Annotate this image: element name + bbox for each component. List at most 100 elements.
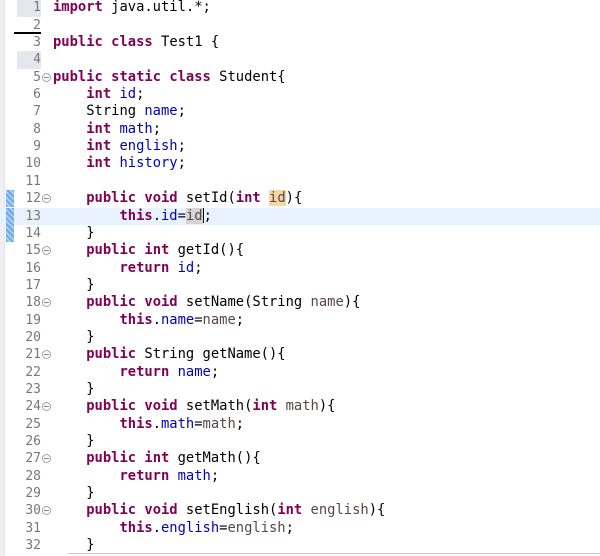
code-text[interactable]: public int getMath(){ [53, 450, 260, 467]
code-text[interactable]: return name; [53, 364, 219, 381]
code-line[interactable]: 7 String name; [0, 103, 600, 120]
code-text[interactable]: public int getId(){ [53, 242, 244, 259]
parameter: english [310, 502, 369, 519]
code-text[interactable]: public void setName(String name){ [53, 294, 360, 311]
code-text[interactable]: public static class Student{ [53, 69, 286, 86]
code-text[interactable]: int math; [53, 121, 161, 138]
keyword: static [111, 68, 161, 85]
code-line[interactable]: 12 public void setId(int id){ [0, 190, 600, 208]
keyword: this [119, 311, 153, 328]
code-line[interactable]: 11 [0, 173, 600, 190]
horizontal-scrollbar[interactable] [68, 553, 600, 554]
code-line[interactable]: 10 int history; [0, 155, 600, 172]
code-line[interactable]: 22 return name; [0, 364, 600, 381]
code-text: . [152, 311, 161, 328]
code-text: = [194, 311, 203, 328]
keyword: int [86, 86, 112, 103]
code-text: ; [235, 415, 245, 432]
code-text[interactable]: public String getName(){ [53, 346, 285, 363]
code-line[interactable]: 31 this.english=english; [0, 520, 600, 537]
code-text: ; [152, 120, 162, 137]
code-line[interactable]: 28 return math; [0, 468, 600, 485]
code-text[interactable]: public void setMath(int math){ [53, 398, 335, 415]
code-line[interactable]: 9 int english; [0, 138, 600, 155]
code-text[interactable]: public void setId(int id){ [53, 190, 302, 207]
code-text[interactable]: public void setEnglish(int english){ [53, 502, 385, 519]
code-line[interactable]: 30 public void setEnglish(int english){ [0, 502, 600, 519]
line-number: 25 [25, 416, 41, 432]
code-line[interactable]: 21 public String getName(){ [0, 346, 600, 363]
code-text[interactable]: return id; [53, 260, 202, 277]
fold-collapse-icon[interactable] [42, 298, 51, 308]
code-line[interactable]: 16 return id; [0, 260, 600, 277]
code-line[interactable]: 26 } [0, 433, 600, 450]
code-text[interactable]: this.english=english; [53, 520, 293, 537]
code-text[interactable]: import java.util.*; [53, 0, 211, 17]
code-text[interactable]: } [53, 433, 94, 450]
code-line[interactable]: 13 this.id=id; [0, 207, 600, 225]
change-marker[interactable] [6, 190, 14, 208]
code-text: setName(String [177, 294, 311, 311]
code-line[interactable]: 6 int id; [0, 86, 600, 103]
code-editor[interactable]: 1 import java.util.*; 2 3 public class Test1… [0, 0, 600, 556]
fold-collapse-icon[interactable] [42, 246, 51, 256]
code-line[interactable]: 25 this.math=math; [0, 416, 600, 433]
fold-collapse-icon[interactable] [42, 194, 51, 204]
keyword: public [86, 502, 137, 519]
code-text[interactable]: this.id=id; [53, 207, 212, 225]
code-line[interactable]: 19 this.name=name; [0, 312, 600, 329]
code-text: ; [203, 207, 212, 224]
code-line[interactable]: 8 int math; [0, 121, 600, 138]
fold-collapse-icon[interactable] [42, 402, 51, 412]
code-text[interactable]: } [53, 329, 94, 346]
code-text[interactable]: int english; [53, 138, 186, 155]
code-text[interactable]: } [53, 277, 94, 294]
code-text[interactable]: return math; [53, 468, 219, 485]
code-line[interactable]: 23 } [0, 381, 600, 398]
code-line[interactable]: 3 public class Test1 { [0, 34, 600, 51]
fold-collapse-icon[interactable] [42, 350, 51, 360]
code-line[interactable]: 20 } [0, 329, 600, 346]
code-text: java.util.*; [102, 0, 211, 16]
code-text[interactable]: } [53, 381, 94, 398]
code-text[interactable]: } [53, 225, 94, 242]
code-line[interactable]: 29 } [0, 485, 600, 502]
keyword: public [53, 68, 103, 85]
change-marker[interactable] [6, 224, 14, 243]
code-line[interactable]: 1 import java.util.*; [0, 0, 600, 17]
code-text[interactable]: int history; [53, 155, 186, 172]
line-number: 29 [25, 486, 41, 502]
code-line[interactable]: 2 [0, 17, 600, 34]
line-number: 28 [25, 468, 41, 484]
fold-collapse-icon[interactable] [42, 72, 51, 82]
code-line[interactable]: 17 } [0, 277, 600, 294]
fold-collapse-icon[interactable] [42, 506, 51, 516]
code-text[interactable]: int id; [53, 86, 144, 103]
code-text[interactable]: } [53, 537, 94, 554]
code-text[interactable]: this.math=math; [53, 416, 244, 433]
line-number: 7 [33, 104, 41, 120]
code-text[interactable]: } [53, 485, 94, 502]
code-text[interactable]: this.name=name; [53, 312, 244, 329]
code-line[interactable]: 5 public static class Student{ [0, 69, 600, 86]
code-line[interactable]: 4 [0, 51, 600, 69]
code-text[interactable]: public class Test1 { [53, 34, 219, 51]
code-line[interactable]: 14 } [0, 224, 600, 243]
line-number: 14 [25, 225, 41, 241]
keyword: public [86, 398, 137, 415]
code-line[interactable]: 32 } [0, 537, 600, 554]
code-line[interactable]: 15 public int getId(){ [0, 242, 600, 259]
line-number: 8 [33, 121, 41, 137]
code-line[interactable]: 24 public void setMath(int math){ [0, 398, 600, 415]
code-line[interactable]: 27 public int getMath(){ [0, 450, 600, 467]
fold-collapse-icon[interactable] [42, 454, 51, 464]
field: id [161, 207, 178, 224]
change-marker[interactable] [6, 207, 14, 225]
code-line[interactable]: 18 public void setName(String name){ [0, 294, 600, 311]
code-text[interactable]: String name; [53, 103, 186, 120]
